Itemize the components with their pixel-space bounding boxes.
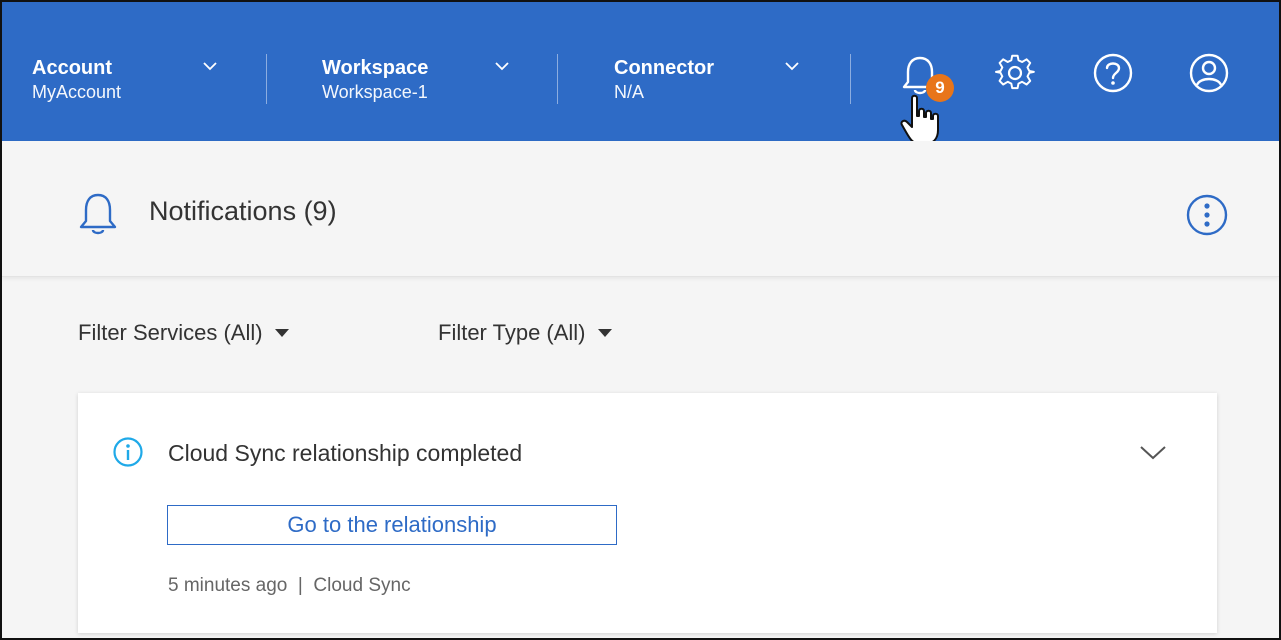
- divider: [850, 54, 851, 104]
- connector-title: Connector: [614, 57, 714, 79]
- divider: [266, 54, 267, 104]
- account-value: MyAccount: [32, 82, 122, 102]
- workspace-selector[interactable]: Workspace Workspace-1: [322, 56, 509, 116]
- chevron-down-icon[interactable]: [1138, 441, 1168, 463]
- filter-services-label: Filter Services (All): [78, 320, 263, 345]
- bell-icon: [79, 193, 117, 235]
- more-options-icon[interactable]: [1185, 193, 1229, 237]
- hand-cursor-icon: [900, 94, 939, 145]
- go-to-relationship-button[interactable]: Go to the relationship: [167, 505, 617, 545]
- notification-message: Cloud Sync relationship completed: [168, 440, 523, 466]
- account-title: Account: [32, 57, 112, 79]
- caret-down-icon: [274, 329, 289, 337]
- workspace-value: Workspace-1: [322, 82, 428, 102]
- top-bar: Account MyAccount Workspace Workspace-1 …: [2, 2, 1279, 141]
- info-icon: [113, 437, 143, 467]
- help-icon[interactable]: [1092, 52, 1134, 94]
- notifications-header: Notifications (9): [2, 141, 1279, 277]
- filter-type-dropdown[interactable]: Filter Type (All): [438, 320, 612, 346]
- caret-down-icon: [597, 329, 612, 337]
- gear-icon[interactable]: [994, 52, 1036, 94]
- workspace-title: Workspace: [322, 57, 429, 79]
- chevron-down-icon: [203, 62, 217, 71]
- filter-type-label: Filter Type (All): [438, 320, 586, 345]
- user-icon[interactable]: [1188, 52, 1230, 94]
- connector-value: N/A: [614, 82, 645, 102]
- account-selector[interactable]: Account MyAccount: [32, 56, 217, 116]
- notification-meta: 5 minutes ago | Cloud Sync: [168, 575, 411, 596]
- divider: [557, 54, 558, 104]
- chevron-down-icon: [495, 62, 509, 71]
- connector-selector[interactable]: Connector N/A: [614, 56, 799, 116]
- filter-services-dropdown[interactable]: Filter Services (All): [78, 320, 289, 346]
- chevron-down-icon: [785, 62, 799, 71]
- notification-card: Cloud Sync relationship completed Go to …: [78, 393, 1217, 633]
- page-title: Notifications (9): [149, 196, 337, 226]
